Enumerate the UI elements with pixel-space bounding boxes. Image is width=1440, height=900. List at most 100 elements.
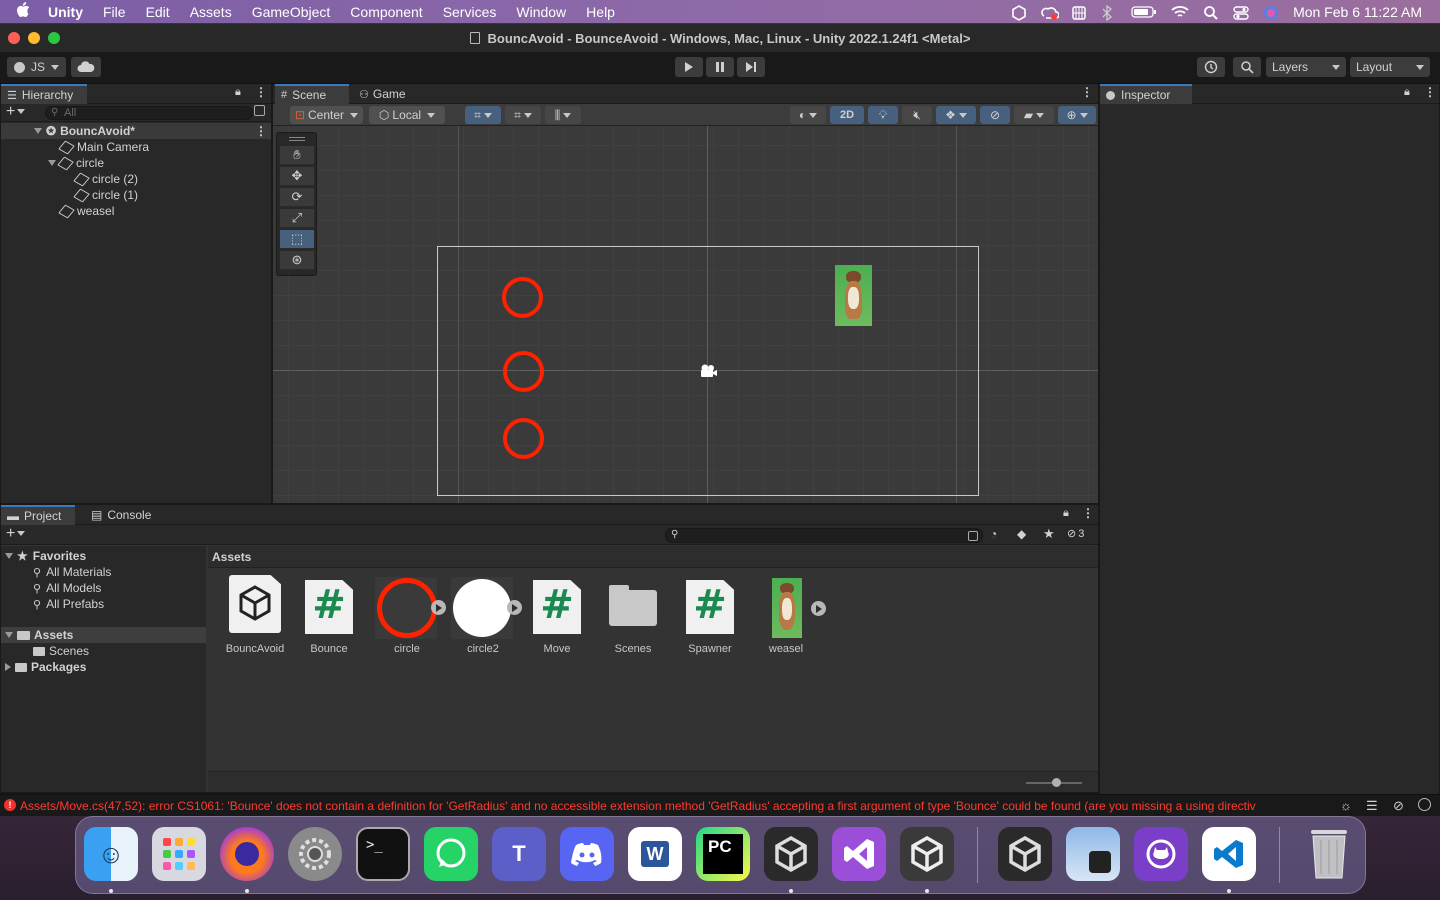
expand-sprite-icon[interactable]	[811, 601, 826, 616]
lock-icon[interactable]: 🔒︎	[1404, 86, 1410, 99]
progress-spinner-icon[interactable]	[1418, 798, 1431, 811]
lock-icon[interactable]: 🔒︎	[1063, 507, 1069, 520]
hierarchy-item[interactable]: circle (2)	[73, 171, 138, 187]
terminal-dock-icon[interactable]: >_	[356, 827, 410, 881]
minimize-window-button[interactable]	[28, 32, 40, 44]
grid-visibility-dropdown[interactable]: ⌗	[505, 106, 541, 124]
preview-dock-icon[interactable]	[1066, 827, 1120, 881]
lighting-toggle[interactable]: 💡︎	[868, 106, 898, 124]
circle-sprite[interactable]	[503, 418, 544, 459]
visual-studio-dock-icon[interactable]	[832, 827, 886, 881]
control-center-icon[interactable]	[1233, 5, 1249, 20]
more-menu-icon[interactable]: ⋮	[1082, 506, 1094, 520]
play-button[interactable]	[675, 57, 703, 77]
wifi-icon[interactable]	[1171, 5, 1189, 19]
discord-dock-icon[interactable]	[560, 827, 614, 881]
finder-dock-icon[interactable]: ☺︎	[84, 827, 138, 881]
breadcrumb-assets[interactable]: Assets	[212, 550, 251, 564]
unity-folder-dock-icon[interactable]	[998, 827, 1052, 881]
camera-dropdown[interactable]: ▰	[1014, 106, 1054, 124]
launchpad-dock-icon[interactable]	[152, 827, 206, 881]
hidden-packages-icon[interactable]: ⊘ 3	[1067, 527, 1084, 540]
account-dropdown[interactable]: JS	[7, 57, 66, 77]
bluetooth-icon[interactable]	[1101, 4, 1117, 21]
system-preferences-dock-icon[interactable]	[288, 827, 342, 881]
whatsapp-dock-icon[interactable]	[424, 827, 478, 881]
scene-visibility-icon[interactable]	[254, 105, 265, 116]
add-icon[interactable]: +	[6, 525, 26, 543]
expand-sprite-icon[interactable]	[507, 600, 522, 615]
teams-dock-icon[interactable]: T	[492, 827, 546, 881]
unity-hub-dock-icon[interactable]	[764, 827, 818, 881]
unity-status-icon[interactable]	[1011, 4, 1027, 21]
scene-more-icon[interactable]: ⋮	[1081, 85, 1093, 99]
tab-console[interactable]: ▤ Console	[85, 505, 157, 525]
circle-sprite[interactable]	[503, 351, 544, 392]
rect-tool-button[interactable]: ⬚	[280, 230, 314, 249]
app-menu[interactable]: Unity	[40, 4, 93, 20]
rotate-tool-button[interactable]: ⟳	[280, 188, 314, 207]
overlay-drag-handle[interactable]	[289, 137, 305, 141]
scene-menu-icon[interactable]: ⋮	[255, 124, 267, 138]
trash-dock-icon[interactable]	[1302, 827, 1356, 881]
zoom-window-button[interactable]	[48, 32, 60, 44]
favorites-star-icon[interactable]: ★	[1043, 526, 1055, 542]
space-dropdown[interactable]: ⬡ Local	[369, 106, 445, 124]
hierarchy-item[interactable]: circle	[48, 155, 104, 171]
search-button[interactable]	[1233, 57, 1261, 77]
hierarchy-item[interactable]: circle (1)	[73, 187, 138, 203]
project-search-field[interactable]: ⚲	[665, 528, 983, 543]
globe-grid-icon[interactable]	[1071, 5, 1087, 20]
tab-project[interactable]: ▬ Project	[1, 505, 75, 525]
hierarchy-item[interactable]: weasel	[58, 203, 114, 219]
filter-by-type-icon[interactable]: ◔	[990, 527, 997, 541]
main-camera-gizmo-icon[interactable]	[698, 363, 718, 382]
menu-help[interactable]: Help	[576, 4, 625, 20]
hierarchy-scene-row[interactable]: ✪ BouncAvoid* ⋮	[1, 123, 271, 139]
stack-icon[interactable]: ☰	[1366, 798, 1378, 814]
tab-hierarchy[interactable]: ☰ Hierarchy	[1, 84, 87, 104]
transform-tool-button[interactable]: ⊛	[280, 251, 314, 270]
console-error-message[interactable]: Assets/Move.cs(47,52): error CS1061: 'Bo…	[20, 799, 1315, 813]
debug-icon[interactable]: ☼	[1340, 798, 1352, 813]
move-tool-button[interactable]: ✥	[280, 167, 314, 186]
scene-canvas[interactable]: ✋︎ ✥ ⟳ ⤢ ⬚ ⊛	[273, 126, 1098, 503]
firefox-dock-icon[interactable]	[220, 827, 274, 881]
history-button[interactable]	[1197, 57, 1225, 77]
github-desktop-dock-icon[interactable]	[1134, 827, 1188, 881]
menu-services[interactable]: Services	[433, 4, 507, 20]
scenes-folder-row[interactable]: Scenes	[33, 643, 89, 659]
scale-tool-button[interactable]: ⤢	[280, 209, 314, 228]
auto-generate-lighting-icon[interactable]: ⊘	[1393, 798, 1404, 814]
cloud-button[interactable]	[71, 57, 101, 77]
audio-toggle[interactable]: 🔇︎	[902, 106, 932, 124]
creative-cloud-icon[interactable]	[1041, 5, 1060, 20]
word-dock-icon[interactable]: W	[628, 827, 682, 881]
apple-menu-icon[interactable]	[0, 1, 40, 22]
menu-assets[interactable]: Assets	[180, 4, 242, 20]
menu-file[interactable]: File	[93, 4, 136, 20]
pivot-dropdown[interactable]: ⊡ Center	[290, 106, 363, 124]
packages-folder-row[interactable]: Packages	[5, 659, 86, 675]
favorite-item[interactable]: ⚲ All Materials	[33, 564, 111, 580]
lock-icon[interactable]: 🔒︎	[235, 86, 241, 99]
layout-dropdown[interactable]: Layout	[1350, 57, 1430, 77]
pause-button[interactable]	[706, 57, 734, 77]
unity-editor-dock-icon[interactable]	[900, 827, 954, 881]
hidden-objects-toggle[interactable]: ⊘	[980, 106, 1010, 124]
pycharm-dock-icon[interactable]: PC	[696, 827, 750, 881]
mode-2d-toggle[interactable]: 2D	[830, 106, 864, 124]
tab-scene[interactable]: # Scene	[275, 84, 349, 104]
expand-sprite-icon[interactable]	[431, 600, 446, 615]
add-icon[interactable]: +	[6, 103, 26, 121]
tab-inspector[interactable]: Inspector	[1100, 84, 1192, 104]
gizmos-dropdown[interactable]: ⊕	[1058, 106, 1096, 124]
layers-dropdown[interactable]: Layers	[1266, 57, 1346, 77]
menu-component[interactable]: Component	[340, 4, 432, 20]
more-menu-icon[interactable]: ⋮	[1424, 85, 1436, 99]
favorite-item[interactable]: ⚲ All Models	[33, 580, 101, 596]
assets-folder-row[interactable]: Assets	[1, 627, 206, 643]
favorites-row[interactable]: ★ Favorites	[5, 548, 86, 564]
grid-snap-toggle[interactable]: ⌗	[465, 106, 501, 124]
battery-icon[interactable]	[1131, 5, 1157, 19]
